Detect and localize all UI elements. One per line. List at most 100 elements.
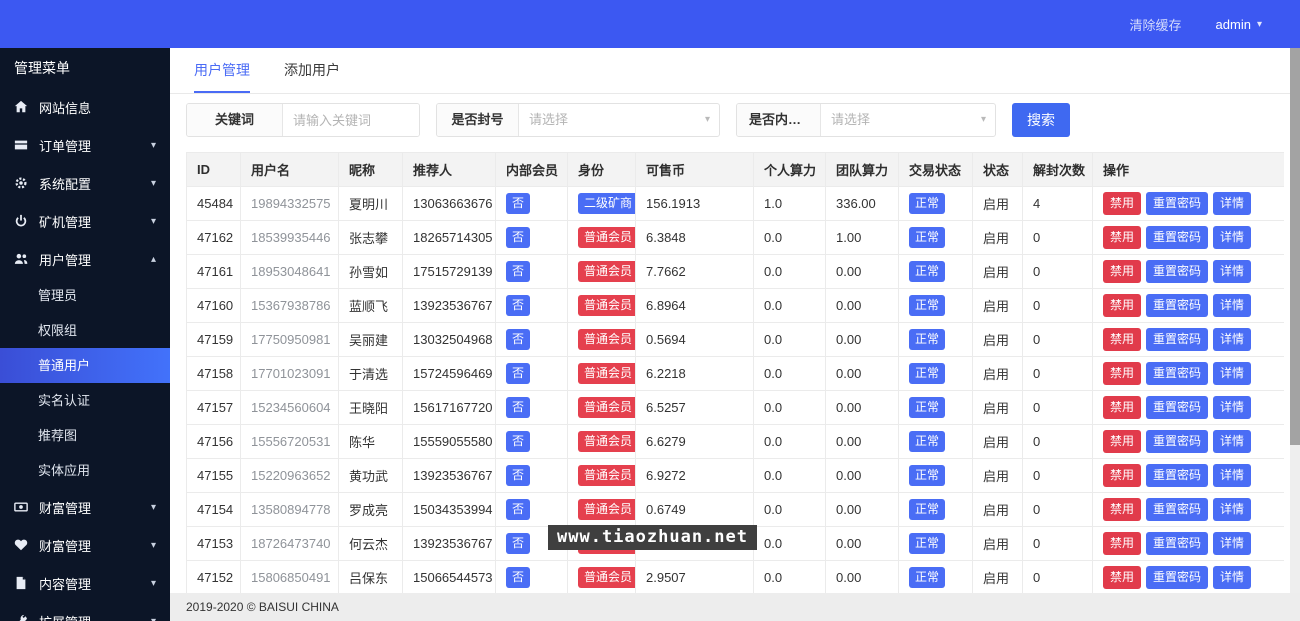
details-button[interactable]: 详情 — [1213, 498, 1252, 521]
disable-button[interactable]: 禁用 — [1103, 532, 1142, 555]
column-header: 昵称 — [338, 152, 403, 187]
cell-identity: 普通会员 — [567, 458, 636, 493]
reset-password-button[interactable]: 重置密码 — [1146, 464, 1209, 487]
disable-button[interactable]: 禁用 — [1103, 260, 1142, 283]
reset-password-button[interactable]: 重置密码 — [1146, 566, 1209, 589]
details-button[interactable]: 详情 — [1213, 396, 1252, 419]
internal-badge: 否 — [506, 465, 531, 486]
cell-team-power: 336.00 — [825, 186, 899, 221]
search-button[interactable]: 搜索 — [1012, 103, 1070, 137]
details-button[interactable]: 详情 — [1213, 464, 1252, 487]
reset-password-button[interactable]: 重置密码 — [1146, 260, 1209, 283]
cell-trade-status: 正常 — [898, 492, 973, 527]
details-button[interactable]: 详情 — [1213, 362, 1252, 385]
sidebar-subitem-normal-users[interactable]: 普通用户 — [0, 348, 170, 383]
tab-bar: 用户管理 添加用户 — [170, 48, 1300, 94]
tab-add-user[interactable]: 添加用户 — [284, 48, 340, 93]
internal-badge: 否 — [506, 329, 531, 350]
admin-user-menu[interactable]: admin ▾ — [1216, 17, 1262, 32]
clear-cache-link[interactable]: 清除缓存 — [1130, 15, 1182, 34]
sidebar-item-wealth-management-1[interactable]: 财富管理 ▾ — [0, 488, 170, 526]
admin-username: admin — [1215, 16, 1251, 32]
sidebar-subitem-real-name-auth[interactable]: 实名认证 — [0, 383, 170, 418]
disable-button[interactable]: 禁用 — [1103, 396, 1142, 419]
trade-status-badge: 正常 — [909, 431, 946, 452]
reset-password-button[interactable]: 重置密码 — [1146, 226, 1209, 249]
cell-identity: 普通会员 — [567, 356, 636, 391]
cell-personal-power: 0.0 — [753, 288, 826, 323]
trade-status-badge: 正常 — [909, 193, 946, 214]
cell-referrer: 15066544573 — [402, 560, 496, 593]
disable-button[interactable]: 禁用 — [1103, 464, 1142, 487]
cell-nickname: 罗成亮 — [338, 492, 403, 527]
sidebar-item-user-management[interactable]: 用户管理 ▴ — [0, 240, 170, 278]
reset-password-button[interactable]: 重置密码 — [1146, 498, 1209, 521]
chevron-down-icon: ▾ — [150, 139, 156, 151]
cell-team-power: 0.00 — [825, 356, 899, 391]
reset-password-button[interactable]: 重置密码 — [1146, 328, 1209, 351]
cell-unban-count: 0 — [1022, 390, 1093, 425]
sidebar-subitem-referral-chart[interactable]: 推荐图 — [0, 418, 170, 453]
sidebar-item-wealth-management-2[interactable]: 财富管理 ▾ — [0, 526, 170, 564]
reset-password-button[interactable]: 重置密码 — [1146, 430, 1209, 453]
details-button[interactable]: 详情 — [1213, 430, 1252, 453]
details-button[interactable]: 详情 — [1213, 328, 1252, 351]
cell-internal-member: 否 — [495, 458, 568, 493]
sidebar-item-miner-management[interactable]: 矿机管理 ▾ — [0, 202, 170, 240]
cell-status: 启用 — [972, 492, 1023, 527]
sidebar-subitem-administrators[interactable]: 管理员 — [0, 278, 170, 313]
scrollbar-thumb[interactable] — [1290, 48, 1300, 445]
chevron-down-icon: ▾ — [150, 577, 156, 589]
cell-personal-power: 0.0 — [753, 390, 826, 425]
disable-button[interactable]: 禁用 — [1103, 328, 1142, 351]
disable-button[interactable]: 禁用 — [1103, 566, 1142, 589]
details-button[interactable]: 详情 — [1213, 260, 1252, 283]
scrollbar[interactable] — [1290, 48, 1300, 593]
cell-id: 47155 — [186, 458, 241, 493]
cell-coins: 7.7662 — [635, 254, 754, 289]
details-button[interactable]: 详情 — [1213, 566, 1252, 589]
reset-password-button[interactable]: 重置密码 — [1146, 396, 1209, 419]
disable-button[interactable]: 禁用 — [1103, 192, 1142, 215]
details-button[interactable]: 详情 — [1213, 226, 1252, 249]
cell-coins: 0.6749 — [635, 492, 754, 527]
disable-button[interactable]: 禁用 — [1103, 362, 1142, 385]
reset-password-button[interactable]: 重置密码 — [1146, 192, 1209, 215]
topbar: 清除缓存 admin ▾ — [0, 0, 1300, 48]
internal-select[interactable]: 请选择 ▾ — [821, 104, 995, 136]
table-row: 45484 19894332575 夏明川 13063663676 否 二级矿商 156.1… — [186, 186, 1284, 221]
table-row: 47162 18539935446 张志攀 18265714305 否 普通会员 6.384… — [186, 220, 1284, 255]
banned-select[interactable]: 请选择 ▾ — [519, 104, 719, 136]
reset-password-button[interactable]: 重置密码 — [1146, 362, 1209, 385]
sidebar-item-extension-management[interactable]: 扩展管理 ▾ — [0, 602, 170, 621]
power-icon — [14, 214, 34, 228]
internal-badge: 否 — [506, 193, 531, 214]
cell-identity: 普通会员 — [567, 220, 636, 255]
details-button[interactable]: 详情 — [1213, 192, 1252, 215]
identity-badge: 普通会员 — [578, 465, 635, 486]
sidebar-item-order-management[interactable]: 订单管理 ▾ — [0, 126, 170, 164]
sidebar-item-content-management[interactable]: 内容管理 ▾ — [0, 564, 170, 602]
cell-referrer: 13032504968 — [402, 322, 496, 357]
cell-nickname: 于清选 — [338, 356, 403, 391]
cell-internal-member: 否 — [495, 356, 568, 391]
disable-button[interactable]: 禁用 — [1103, 226, 1142, 249]
details-button[interactable]: 详情 — [1213, 294, 1252, 317]
sidebar-item-site-info[interactable]: 网站信息 — [0, 88, 170, 126]
cell-username: 18953048641 — [240, 254, 339, 289]
cell-username: 17701023091 — [240, 356, 339, 391]
disable-button[interactable]: 禁用 — [1103, 498, 1142, 521]
cell-identity: 二级矿商 — [567, 186, 636, 221]
reset-password-button[interactable]: 重置密码 — [1146, 294, 1209, 317]
reset-password-button[interactable]: 重置密码 — [1146, 532, 1209, 555]
sidebar-subitem-entity-app[interactable]: 实体应用 — [0, 453, 170, 488]
cell-unban-count: 0 — [1022, 356, 1093, 391]
sidebar-subitem-permission-groups[interactable]: 权限组 — [0, 313, 170, 348]
disable-button[interactable]: 禁用 — [1103, 294, 1142, 317]
cell-team-power: 0.00 — [825, 288, 899, 323]
sidebar-item-system-config[interactable]: 系统配置 ▾ — [0, 164, 170, 202]
details-button[interactable]: 详情 — [1213, 532, 1252, 555]
tab-user-management[interactable]: 用户管理 — [194, 48, 250, 93]
disable-button[interactable]: 禁用 — [1103, 430, 1142, 453]
keyword-input[interactable] — [283, 104, 419, 136]
